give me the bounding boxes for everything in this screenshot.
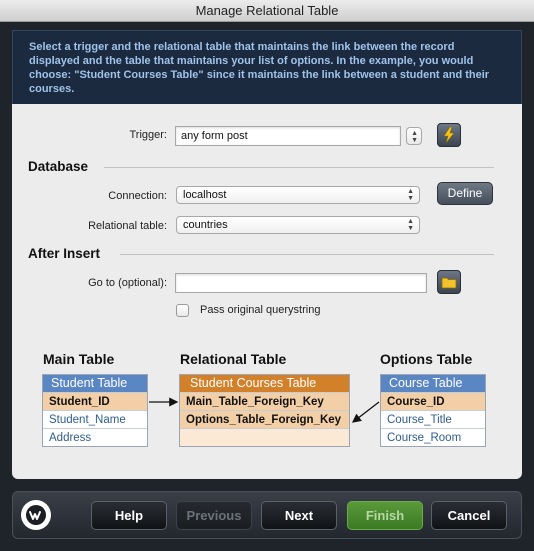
settings-panel: Trigger: any form post ▲ ▼ Database Conne…: [12, 104, 522, 479]
cancel-button[interactable]: Cancel: [431, 501, 507, 530]
logo-icon: [26, 505, 46, 525]
previous-button[interactable]: Previous: [176, 501, 252, 530]
app-logo: [21, 500, 51, 530]
footer-bar: Help Previous Next Finish Cancel: [12, 491, 522, 539]
options-to-relational-arrow: [351, 401, 380, 423]
intro-text: Select a trigger and the relational tabl…: [12, 30, 522, 105]
next-button[interactable]: Next: [261, 501, 337, 530]
relation-arrows: [149, 397, 380, 423]
help-button[interactable]: Help: [91, 501, 167, 530]
finish-button[interactable]: Finish: [347, 501, 423, 530]
window-title: Manage Relational Table: [0, 0, 534, 22]
